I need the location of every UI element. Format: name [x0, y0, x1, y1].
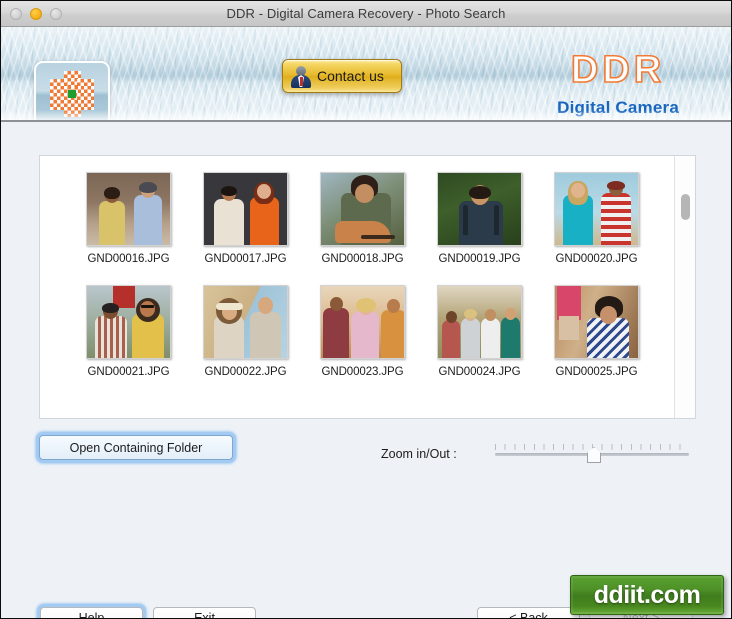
back-button[interactable]: < Back	[477, 607, 580, 618]
help-focus-ring: Help	[37, 604, 146, 618]
thumbnail-filename: GND00022.JPG	[204, 366, 287, 378]
help-button[interactable]: Help	[40, 607, 143, 618]
open-containing-folder-button[interactable]: Open Containing Folder	[39, 435, 233, 460]
list-item[interactable]: GND00022.JPG	[187, 285, 304, 378]
zoom-button[interactable]	[50, 7, 62, 20]
open-containing-folder-focus-ring: Open Containing Folder	[36, 432, 236, 463]
exit-button[interactable]: Exit	[153, 607, 256, 618]
app-icon-tile	[34, 61, 110, 120]
thumbnail-row: GND00021.JPG GND00022.JPG GND00023.JPG G…	[40, 265, 673, 378]
close-button[interactable]	[10, 7, 22, 20]
list-item[interactable]: GND00021.JPG	[70, 285, 187, 378]
list-item[interactable]: GND00025.JPG	[538, 285, 655, 378]
brand-logo: DDR Digital Camera	[557, 49, 679, 118]
thumbnail-filename: GND00025.JPG	[555, 366, 638, 378]
thumbnail-filename: GND00024.JPG	[438, 366, 521, 378]
thumbnail-image[interactable]	[554, 285, 639, 359]
list-item[interactable]: GND00020.JPG	[538, 172, 655, 265]
person-icon	[290, 64, 312, 88]
brand-title: DDR	[570, 49, 666, 91]
thumbnail-image[interactable]	[437, 285, 522, 359]
thumbnail-image[interactable]	[554, 172, 639, 246]
header-banner: Contact us DDR Digital Camera	[1, 27, 731, 122]
thumbnail-filename: GND00016.JPG	[87, 253, 170, 265]
thumbnail-filename: GND00021.JPG	[87, 366, 170, 378]
list-item[interactable]: GND00016.JPG	[70, 172, 187, 265]
list-item[interactable]: GND00024.JPG	[421, 285, 538, 378]
watermark-badge: ddiit.com	[570, 575, 724, 615]
window-controls	[10, 7, 62, 20]
brand-subtitle: Digital Camera	[557, 98, 679, 117]
thumbnail-image[interactable]	[203, 285, 288, 359]
list-item[interactable]: GND00017.JPG	[187, 172, 304, 265]
thumbnail-image[interactable]	[203, 172, 288, 246]
zoom-slider-label: Zoom in/Out :	[381, 447, 457, 461]
zoom-slider[interactable]	[495, 444, 689, 466]
icon-core	[68, 90, 76, 98]
list-item[interactable]: GND00019.JPG	[421, 172, 538, 265]
list-item[interactable]: GND00018.JPG	[304, 172, 421, 265]
list-item[interactable]: GND00023.JPG	[304, 285, 421, 378]
contact-us-button[interactable]: Contact us	[282, 59, 402, 93]
contact-us-label: Contact us	[317, 68, 384, 84]
thumbnail-image[interactable]	[320, 285, 405, 359]
window-title: DDR - Digital Camera Recovery - Photo Se…	[226, 6, 506, 21]
thumbnail-filename: GND00018.JPG	[321, 253, 404, 265]
main-content: GND00016.JPG GND00017.JPG GND00018.JPG G…	[1, 122, 731, 618]
vertical-scrollbar[interactable]	[674, 156, 695, 418]
thumbnail-filename: GND00017.JPG	[204, 253, 287, 265]
title-bar: DDR - Digital Camera Recovery - Photo Se…	[1, 1, 731, 27]
thumbnail-image[interactable]	[320, 172, 405, 246]
app-window: DDR - Digital Camera Recovery - Photo Se…	[0, 0, 732, 619]
watermark-text: ddiit.com	[593, 580, 701, 609]
thumbnail-image[interactable]	[86, 172, 171, 246]
thumbnail-image[interactable]	[86, 285, 171, 359]
thumbnail-image[interactable]	[437, 172, 522, 246]
thumbnail-panel: GND00016.JPG GND00017.JPG GND00018.JPG G…	[39, 155, 696, 419]
minimize-button[interactable]	[30, 7, 42, 20]
thumbnail-scroll-area[interactable]: GND00016.JPG GND00017.JPG GND00018.JPG G…	[40, 156, 673, 418]
flower-checker-icon	[48, 70, 96, 118]
thumbnail-filename: GND00020.JPG	[555, 253, 638, 265]
scrollbar-thumb[interactable]	[681, 194, 690, 220]
thumbnail-row: GND00016.JPG GND00017.JPG GND00018.JPG G…	[40, 156, 673, 265]
thumbnail-filename: GND00023.JPG	[321, 366, 404, 378]
thumbnail-filename: GND00019.JPG	[438, 253, 521, 265]
